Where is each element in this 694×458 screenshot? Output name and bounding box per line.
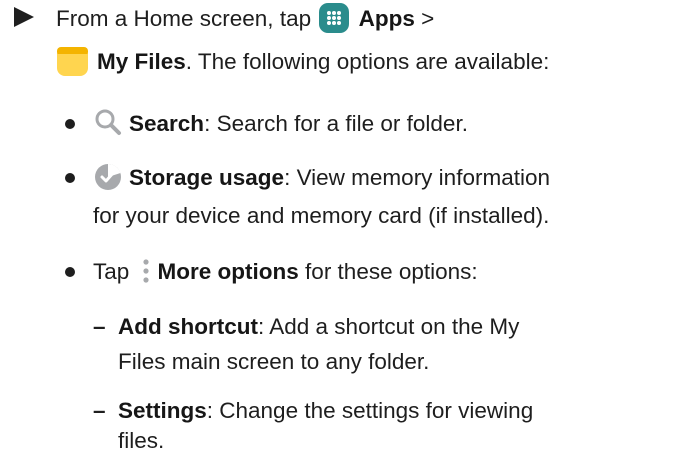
add-shortcut-desc-1: : Add a shortcut on the My (258, 314, 520, 339)
intro-prefix-text: From a Home screen, tap (56, 6, 312, 31)
search-desc: : Search for a file or folder. (204, 111, 468, 136)
sub-dash: – (93, 314, 106, 339)
more-options-term: More options (157, 259, 299, 284)
sub-add-shortcut-line-1: Add shortcut: Add a shortcut on the My (118, 310, 519, 343)
bullet-dot (65, 267, 75, 277)
storage-pie-icon (93, 162, 123, 192)
bullet-search: Search: Search for a file or folder. (93, 107, 468, 140)
bullet-more-options: Tap More options for these options: (93, 255, 478, 288)
search-term: Search (129, 111, 205, 136)
sub-settings-line-2: files. (118, 424, 164, 457)
intro-line-1: From a Home screen, tap Apps > (56, 2, 434, 35)
more-options-icon (140, 256, 152, 286)
settings-term: Settings (118, 398, 207, 423)
storage-desc-1: : View memory information (284, 165, 550, 190)
storage-term: Storage usage (129, 165, 285, 190)
sub-add-shortcut-line-2: Files main screen to any folder. (118, 345, 429, 378)
more-options-prefix: Tap (93, 259, 130, 284)
bullet-storage-line-2: for your device and memory card (if inst… (93, 199, 549, 232)
bullet-dot (65, 173, 75, 183)
sub-dash: – (93, 398, 106, 423)
search-icon (93, 107, 123, 137)
bullet-dot (65, 119, 75, 129)
apps-suffix: > (421, 6, 435, 31)
add-shortcut-desc-2: Files main screen to any folder. (118, 349, 430, 374)
instruction-arrow (14, 7, 34, 27)
apps-label: Apps (358, 6, 415, 31)
my-files-label: My Files (97, 49, 186, 74)
intro-line-2: My Files. The following options are avai… (56, 45, 549, 79)
more-options-desc: for these options: (298, 259, 478, 284)
intro-line-2-suffix: . The following options are available: (185, 49, 550, 74)
sub-settings-line-1: Settings: Change the settings for viewin… (118, 394, 533, 427)
settings-desc-2: files. (118, 428, 165, 453)
add-shortcut-term: Add shortcut (118, 314, 258, 339)
storage-desc-2: for your device and memory card (if inst… (93, 203, 550, 228)
bullet-storage-line-1: Storage usage: View memory information (93, 161, 550, 194)
settings-desc-1: : Change the settings for viewing (206, 398, 534, 423)
apps-grid-icon (319, 3, 350, 34)
folder-icon (56, 46, 89, 77)
